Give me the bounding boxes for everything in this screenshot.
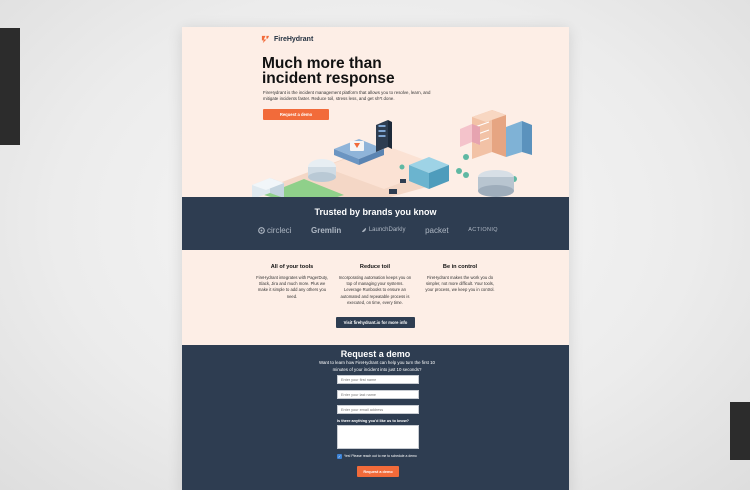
demo-subtitle: Want to learn how FireHydrant can help y… (318, 360, 435, 372)
trusted-brands-section: Trusted by brands you know circleci Grem… (182, 197, 569, 250)
feature-title: Reduce toil (359, 264, 391, 270)
brand-logo-circleci: circleci (258, 226, 291, 235)
feature-title: All of your tools (270, 264, 314, 270)
background-decoration-left (0, 28, 20, 145)
visit-website-button[interactable]: Visit firehydrant.io for more info (336, 317, 415, 328)
hero-section: FireHydrant Much more than incident resp… (182, 27, 569, 197)
hero-title: Much more than incident response (262, 56, 462, 87)
brand-name-circleci: circleci (267, 225, 292, 235)
checkbox-label: Yes! Please reach out to me to schedule … (344, 454, 417, 458)
message-label: Is there anything you'd like us to know? (337, 419, 409, 423)
message-textarea[interactable] (337, 425, 419, 449)
launchdarkly-icon (361, 227, 366, 233)
demo-title: Request a demo (340, 349, 411, 359)
last-name-field[interactable] (337, 390, 419, 399)
brand-logo-actioniq: ACTIONIQ (468, 227, 498, 233)
submit-demo-button[interactable]: Request a demo (357, 466, 399, 477)
feature-description: FireHydrant makes the work you do simple… (425, 275, 495, 293)
feature-description: FireHydrant integrates with PagerDuty, S… (256, 275, 328, 299)
request-demo-section: Request a demo Want to learn how FireHyd… (182, 345, 569, 490)
brand-logo-launchdarkly: LaunchDarkly (361, 227, 406, 233)
schedule-demo-checkbox[interactable]: ✓ (337, 454, 342, 459)
feature-card: Be in control FireHydrant makes the work… (423, 264, 497, 294)
isometric-city-illustration (252, 110, 532, 197)
feature-card: All of your tools FireHydrant integrates… (255, 264, 329, 300)
schedule-demo-checkbox-row: ✓ Yes! Please reach out to me to schedul… (337, 454, 419, 459)
hero-description: FireHydrant is the incident management p… (263, 90, 431, 102)
feature-card: Reduce toil Incorporating automation kee… (338, 264, 412, 306)
landing-page: FireHydrant Much more than incident resp… (182, 27, 569, 490)
circleci-icon (258, 226, 265, 234)
brand-logos: circleci Gremlin LaunchDarkly packet ACT… (258, 225, 498, 235)
firehydrant-logo-icon (261, 35, 270, 44)
background-decoration-right (730, 402, 750, 460)
hero-title-line-2: incident response (262, 70, 395, 87)
feature-title: Be in control (442, 264, 478, 270)
brand-name-launchdarkly: LaunchDarkly (368, 227, 406, 233)
features-section: All of your tools FireHydrant integrates… (182, 250, 569, 345)
brand-logo-gremlin: Gremlin (311, 225, 342, 235)
brand-name: FireHydrant (274, 36, 314, 43)
brand-logo[interactable]: FireHydrant (261, 35, 313, 44)
brand-logo-packet: packet (425, 225, 449, 235)
email-field[interactable] (337, 405, 419, 414)
trusted-title: Trusted by brands you know (314, 207, 437, 217)
feature-description: Incorporating automation keeps you on to… (338, 275, 412, 305)
first-name-field[interactable] (337, 375, 419, 384)
